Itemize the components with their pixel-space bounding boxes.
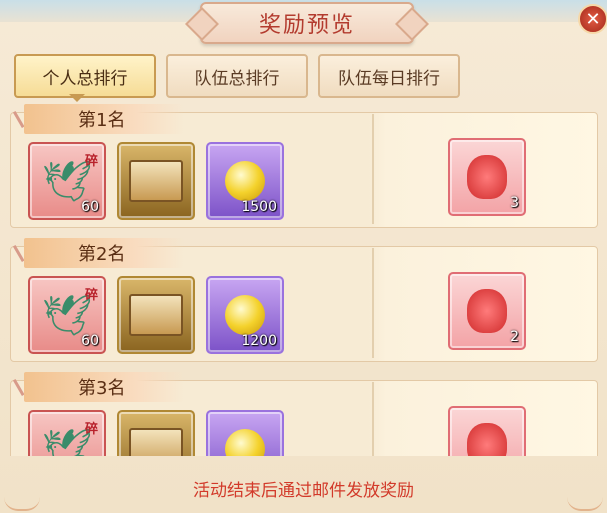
rank-row: 第1名 🕊 碎 60 1500 3 bbox=[10, 104, 598, 228]
special-reward-glow: 3 bbox=[442, 134, 526, 216]
special-reward-glow: 2 bbox=[442, 268, 526, 350]
item-quantity: 1200 bbox=[241, 333, 277, 349]
tab-personal-total[interactable]: 个人总排行 bbox=[14, 54, 156, 98]
row-divider bbox=[372, 382, 374, 456]
reward-item[interactable]: 1200 bbox=[206, 276, 284, 354]
fragment-badge: 碎 bbox=[84, 422, 98, 437]
reward-items: 🕊 碎 60 1200 bbox=[28, 276, 284, 354]
special-reward-item[interactable] bbox=[448, 406, 526, 456]
rank-label: 第3名 bbox=[24, 372, 184, 402]
item-quantity: 60 bbox=[81, 333, 99, 349]
lucky-bag-icon bbox=[467, 155, 507, 199]
tab-label: 个人总排行 bbox=[42, 68, 128, 89]
reward-item[interactable] bbox=[117, 142, 195, 220]
active-tab-pointer bbox=[69, 94, 85, 102]
close-icon: ✕ bbox=[585, 8, 601, 30]
reward-item[interactable]: 🕊 碎 60 bbox=[28, 142, 106, 220]
title-banner: 奖励预览 bbox=[200, 2, 414, 44]
treasure-box-icon bbox=[129, 294, 183, 336]
rank-label: 第1名 bbox=[24, 104, 184, 134]
tab-team-total[interactable]: 队伍总排行 bbox=[166, 54, 308, 98]
gold-orb-icon bbox=[225, 295, 265, 335]
special-reward-glow bbox=[442, 402, 526, 456]
reward-item[interactable] bbox=[206, 410, 284, 456]
special-reward-item[interactable]: 3 bbox=[448, 138, 526, 216]
reward-item[interactable]: 1500 bbox=[206, 142, 284, 220]
reward-item[interactable]: 🕊 碎 bbox=[28, 410, 106, 456]
tab-team-daily[interactable]: 队伍每日排行 bbox=[318, 54, 460, 98]
lucky-bag-icon bbox=[467, 423, 507, 456]
reward-items: 🕊 碎 bbox=[28, 410, 284, 456]
fragment-badge: 碎 bbox=[84, 288, 98, 303]
tab-label: 队伍总排行 bbox=[194, 68, 280, 89]
tab-bar: 个人总排行 队伍总排行 队伍每日排行 bbox=[14, 54, 460, 98]
close-button[interactable]: ✕ bbox=[578, 4, 607, 34]
rank-row: 第2名 🕊 碎 60 1200 2 bbox=[10, 235, 598, 362]
reward-item[interactable] bbox=[117, 276, 195, 354]
row-divider bbox=[372, 248, 374, 358]
gold-orb-icon bbox=[225, 161, 265, 201]
special-reward-item[interactable]: 2 bbox=[448, 272, 526, 350]
reward-items: 🕊 碎 60 1500 bbox=[28, 142, 284, 220]
rank-label: 第2名 bbox=[24, 238, 184, 268]
rank-reward-list[interactable]: 第1名 🕊 碎 60 1500 3 第2名 🕊 碎 60 1200 2 第3名 … bbox=[8, 104, 600, 456]
tab-label: 队伍每日排行 bbox=[338, 68, 440, 89]
lucky-bag-icon bbox=[467, 289, 507, 333]
row-divider bbox=[372, 114, 374, 224]
mail-reward-note: 活动结束后通过邮件发放奖励 bbox=[193, 481, 414, 501]
rank-row: 第3名 🕊 碎 bbox=[10, 369, 598, 456]
item-quantity: 3 bbox=[510, 195, 519, 211]
treasure-box-icon bbox=[129, 428, 183, 456]
gold-orb-icon bbox=[225, 429, 265, 456]
item-quantity: 1500 bbox=[241, 199, 277, 215]
item-quantity: 2 bbox=[510, 329, 519, 345]
item-quantity: 60 bbox=[81, 199, 99, 215]
treasure-box-icon bbox=[129, 160, 183, 202]
fragment-badge: 碎 bbox=[84, 154, 98, 169]
reward-item[interactable]: 🕊 碎 60 bbox=[28, 276, 106, 354]
panel-title: 奖励预览 bbox=[258, 13, 355, 38]
reward-item[interactable] bbox=[117, 410, 195, 456]
